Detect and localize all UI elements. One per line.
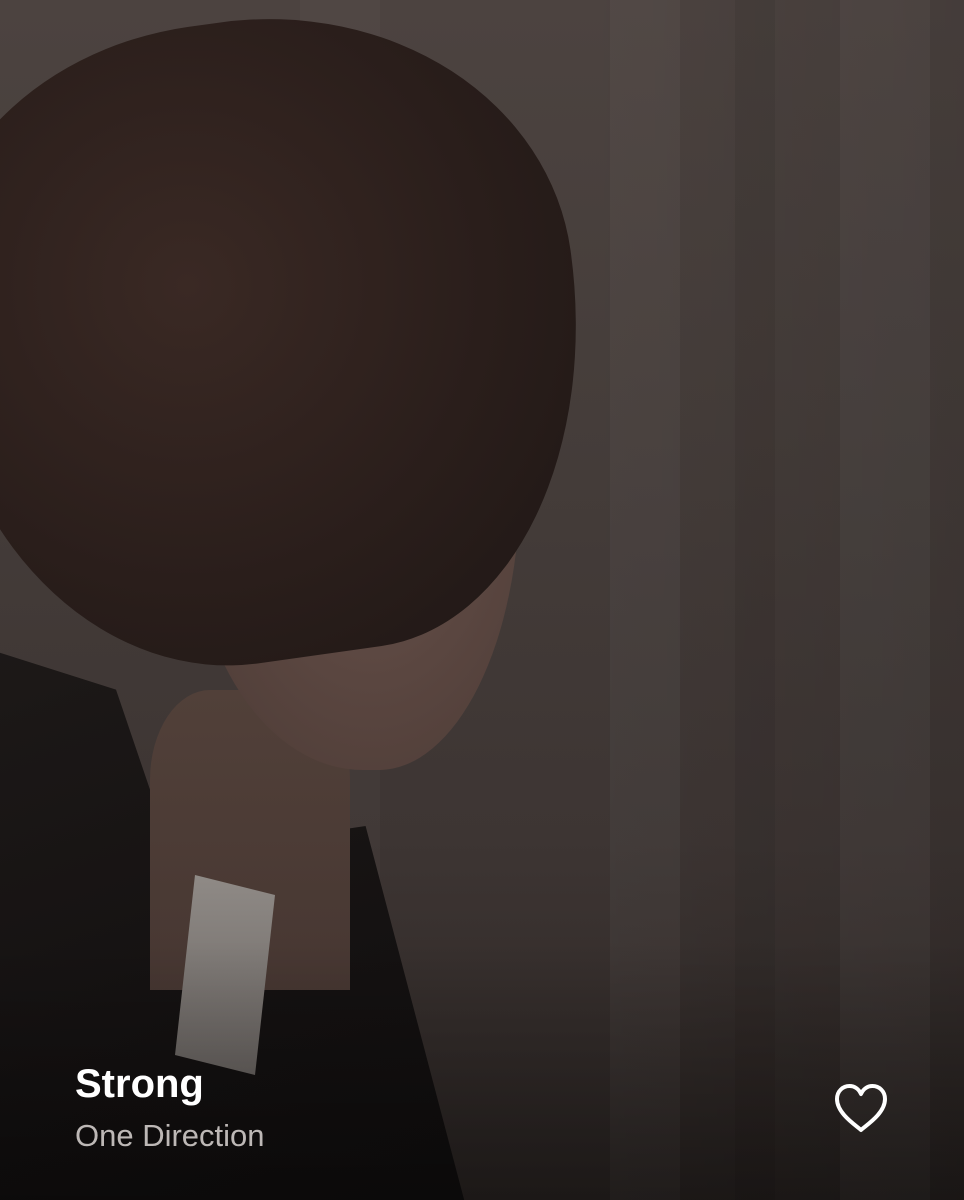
artwork-hair (0, 0, 622, 702)
like-button[interactable] (826, 1075, 896, 1141)
track-title[interactable]: Strong (75, 1058, 764, 1110)
heart-outline-icon (833, 1082, 889, 1134)
now-playing-screen: Strong One Direction (0, 0, 964, 1200)
track-artist[interactable]: One Direction (75, 1116, 764, 1156)
track-info[interactable]: Strong One Direction (75, 1058, 764, 1156)
